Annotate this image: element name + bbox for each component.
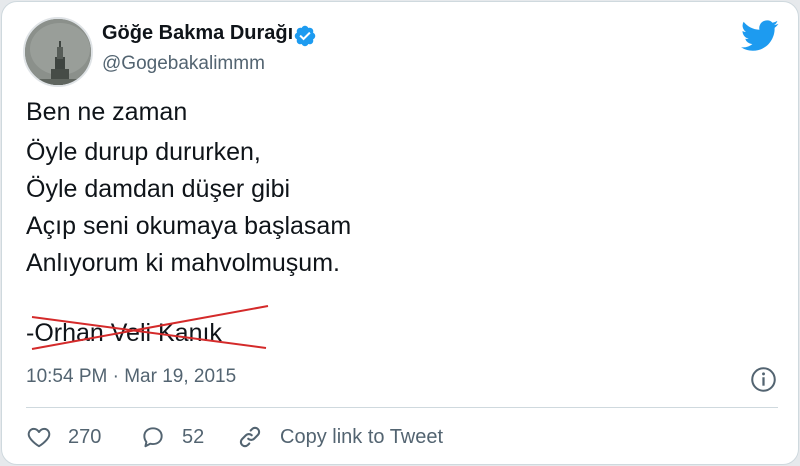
copy-link-button[interactable]: Copy link to Tweet: [236, 422, 443, 452]
tweet-signature: -Orhan Veli Kanık: [26, 319, 222, 347]
like-count: 270: [68, 425, 102, 448]
tweet-text-line: Öyle durup dururken,: [26, 138, 261, 166]
verified-badge-icon: [294, 25, 316, 47]
tweet-card: Göğe Bakma Durağı @Gogebakalimmm Ben ne …: [1, 1, 799, 465]
signature-block: -Orhan Veli Kanık: [26, 305, 269, 350]
like-button[interactable]: 270: [26, 422, 101, 452]
divider: [26, 407, 778, 408]
tweet-text-line: Öyle damdan düşer gibi: [26, 175, 291, 203]
comment-icon: [143, 427, 163, 448]
reply-button[interactable]: 52: [140, 422, 204, 452]
tweet-text-line: Anlıyorum ki mahvolmuşum.: [26, 249, 340, 277]
tweet-text-line: Açıp seni okumaya başlasam: [26, 212, 352, 240]
avatar-image: [25, 19, 91, 85]
reply-count: 52: [182, 425, 205, 448]
copy-link-label: Copy link to Tweet: [280, 425, 444, 448]
tweet-timestamp[interactable]: 10:54 PM · Mar 19, 2015: [26, 366, 236, 388]
author-handle[interactable]: @Gogebakalimmm: [102, 53, 265, 75]
author-display-name[interactable]: Göğe Bakma Durağı: [102, 22, 293, 45]
heart-icon: [27, 427, 51, 448]
info-icon[interactable]: [750, 366, 777, 393]
link-icon: [239, 426, 261, 448]
tweet-text-line: Ben ne zaman: [26, 98, 188, 126]
twitter-bird-icon[interactable]: [741, 20, 779, 52]
avatar[interactable]: [23, 17, 93, 87]
